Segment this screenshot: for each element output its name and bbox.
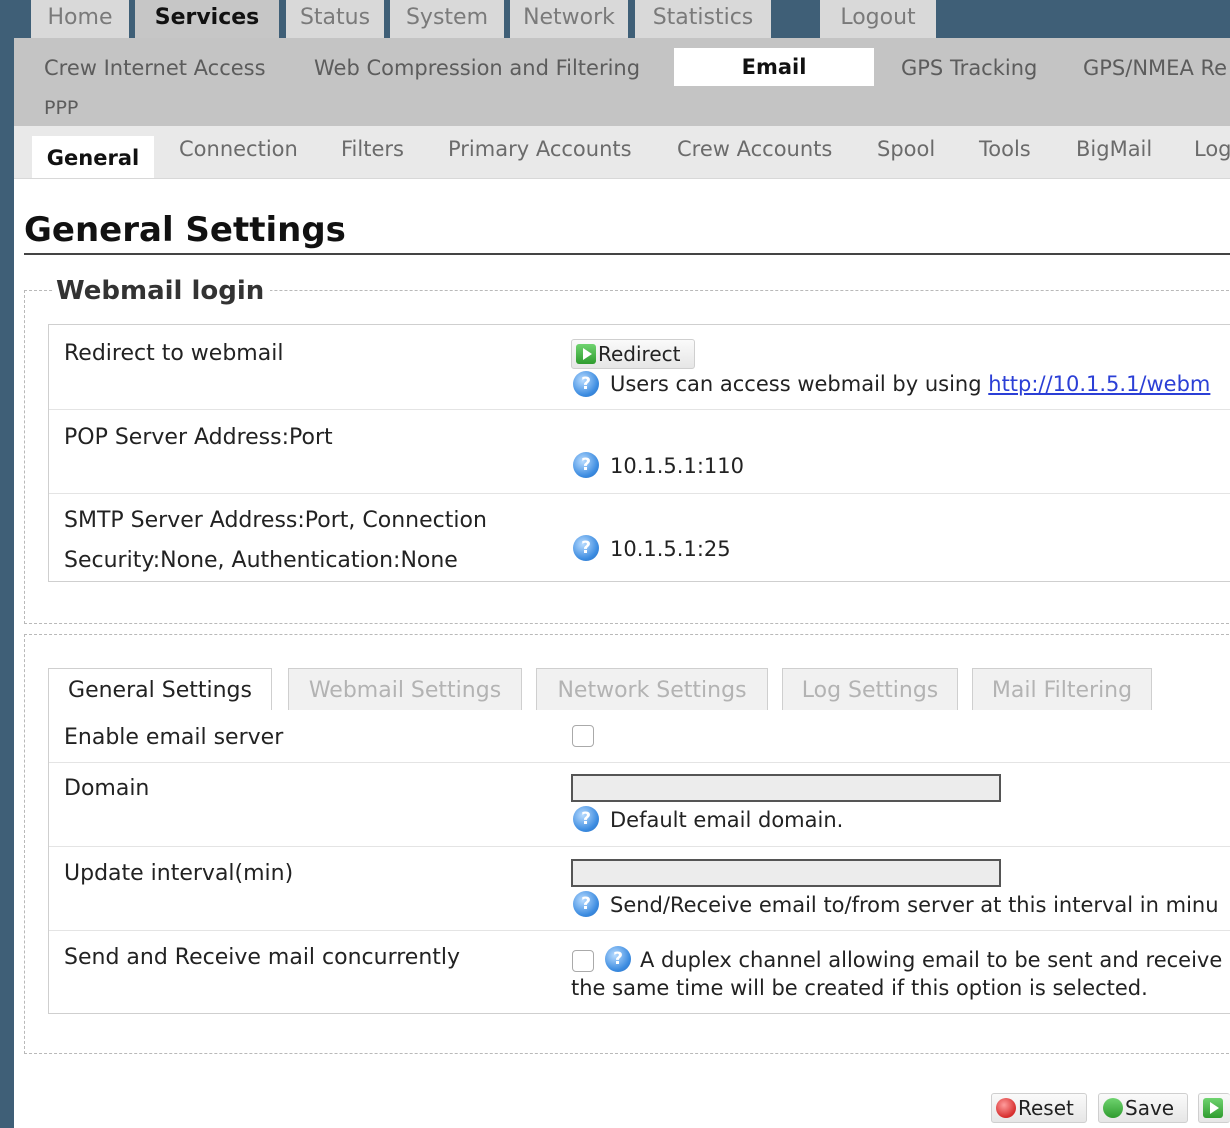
apply-button[interactable] bbox=[1198, 1093, 1230, 1123]
help-icon[interactable]: ? bbox=[573, 806, 599, 832]
page-title: General Settings bbox=[24, 210, 346, 250]
tab-general-settings[interactable]: General Settings bbox=[48, 668, 272, 712]
tab-filters[interactable]: Filters bbox=[341, 116, 404, 168]
row-divider bbox=[49, 762, 1230, 763]
pop-label: POP Server Address:Port bbox=[64, 425, 333, 450]
concurrent-help-line1: A duplex channel allowing email to be se… bbox=[640, 948, 1223, 972]
concurrent-checkbox[interactable] bbox=[572, 950, 594, 972]
row-divider bbox=[49, 493, 1230, 494]
nav-logout[interactable]: Logout bbox=[820, 0, 936, 38]
play-icon bbox=[1203, 1098, 1223, 1118]
tab-connection[interactable]: Connection bbox=[179, 116, 298, 168]
subnav-gps-tracking[interactable]: GPS Tracking bbox=[901, 56, 1037, 80]
help-icon[interactable]: ? bbox=[605, 946, 631, 972]
tab-primary-accounts[interactable]: Primary Accounts bbox=[448, 116, 632, 168]
save-check-icon bbox=[1103, 1098, 1123, 1118]
help-icon[interactable]: ? bbox=[573, 891, 599, 917]
reset-label: Reset bbox=[1018, 1096, 1074, 1120]
subnav-crew-internet-access[interactable]: Crew Internet Access bbox=[44, 56, 266, 80]
update-interval-help-text: Send/Receive email to/from server at thi… bbox=[610, 893, 1219, 917]
row-divider bbox=[49, 409, 1230, 410]
tab-log-settings[interactable]: Log Settings bbox=[782, 668, 958, 710]
help-icon[interactable]: ? bbox=[573, 452, 599, 478]
email-tabs: General Connection Filters Primary Accou… bbox=[14, 126, 1230, 179]
redirect-button-label: Redirect bbox=[598, 342, 681, 366]
tab-log[interactable]: Log bbox=[1194, 116, 1230, 168]
tab-crew-accounts[interactable]: Crew Accounts bbox=[677, 116, 832, 168]
tab-network-settings[interactable]: Network Settings bbox=[536, 668, 768, 710]
tab-tools[interactable]: Tools bbox=[979, 116, 1031, 168]
webmail-link[interactable]: http://10.1.5.1/webm bbox=[988, 372, 1210, 396]
reset-button[interactable]: Reset bbox=[991, 1093, 1087, 1123]
row-divider bbox=[49, 930, 1230, 931]
redirect-help-label: Users can access webmail by using bbox=[610, 372, 982, 396]
domain-field[interactable] bbox=[571, 774, 1001, 802]
pop-value: 10.1.5.1:110 bbox=[610, 454, 744, 478]
tab-bigmail[interactable]: BigMail bbox=[1076, 116, 1152, 168]
save-label: Save bbox=[1125, 1096, 1175, 1120]
update-interval-label: Update interval(min) bbox=[64, 861, 294, 886]
domain-label: Domain bbox=[64, 776, 150, 801]
concurrent-label: Send and Receive mail concurrently bbox=[64, 945, 461, 970]
subnav-email[interactable]: Email bbox=[674, 48, 874, 86]
services-sub-nav: Crew Internet Access Web Compression and… bbox=[14, 38, 1230, 126]
tab-mail-filtering[interactable]: Mail Filtering bbox=[972, 668, 1152, 710]
subnav-ppp[interactable]: PPP bbox=[44, 96, 78, 120]
concurrent-help-line2: the same time will be created if this op… bbox=[571, 976, 1148, 1000]
subnav-gps-nmea[interactable]: GPS/NMEA Re bbox=[1083, 56, 1227, 80]
nav-status[interactable]: Status bbox=[286, 0, 384, 38]
nav-network[interactable]: Network bbox=[510, 0, 628, 38]
tab-webmail-settings[interactable]: Webmail Settings bbox=[288, 668, 522, 710]
top-nav: Home Services Status System Network Stat… bbox=[14, 0, 1230, 38]
redirect-help-text: Users can access webmail by using http:/… bbox=[610, 372, 1210, 396]
subnav-web-compression[interactable]: Web Compression and Filtering bbox=[314, 56, 640, 80]
play-icon bbox=[576, 344, 596, 364]
enable-email-server-checkbox[interactable] bbox=[572, 725, 594, 747]
title-divider bbox=[24, 253, 1230, 255]
help-icon[interactable]: ? bbox=[573, 371, 599, 397]
save-button[interactable]: Save bbox=[1098, 1093, 1188, 1123]
update-interval-field[interactable] bbox=[571, 859, 1001, 887]
help-icon[interactable]: ? bbox=[573, 535, 599, 561]
nav-services[interactable]: Services bbox=[135, 0, 279, 38]
nav-home[interactable]: Home bbox=[31, 0, 129, 38]
enable-email-server-label: Enable email server bbox=[64, 725, 284, 750]
webmail-login-legend: Webmail login bbox=[54, 276, 271, 306]
tab-spool[interactable]: Spool bbox=[877, 116, 935, 168]
nav-statistics[interactable]: Statistics bbox=[635, 0, 771, 38]
tab-general[interactable]: General bbox=[32, 136, 154, 178]
row-divider bbox=[49, 846, 1230, 847]
smtp-label-line2: Security:None, Authentication:None bbox=[64, 548, 458, 573]
smtp-label-line1: SMTP Server Address:Port, Connection bbox=[64, 508, 487, 533]
reset-icon bbox=[996, 1098, 1016, 1118]
smtp-value: 10.1.5.1:25 bbox=[610, 537, 731, 561]
nav-system[interactable]: System bbox=[390, 0, 504, 38]
redirect-label: Redirect to webmail bbox=[64, 341, 284, 366]
domain-help-text: Default email domain. bbox=[610, 808, 844, 832]
redirect-button[interactable]: Redirect bbox=[571, 339, 695, 369]
